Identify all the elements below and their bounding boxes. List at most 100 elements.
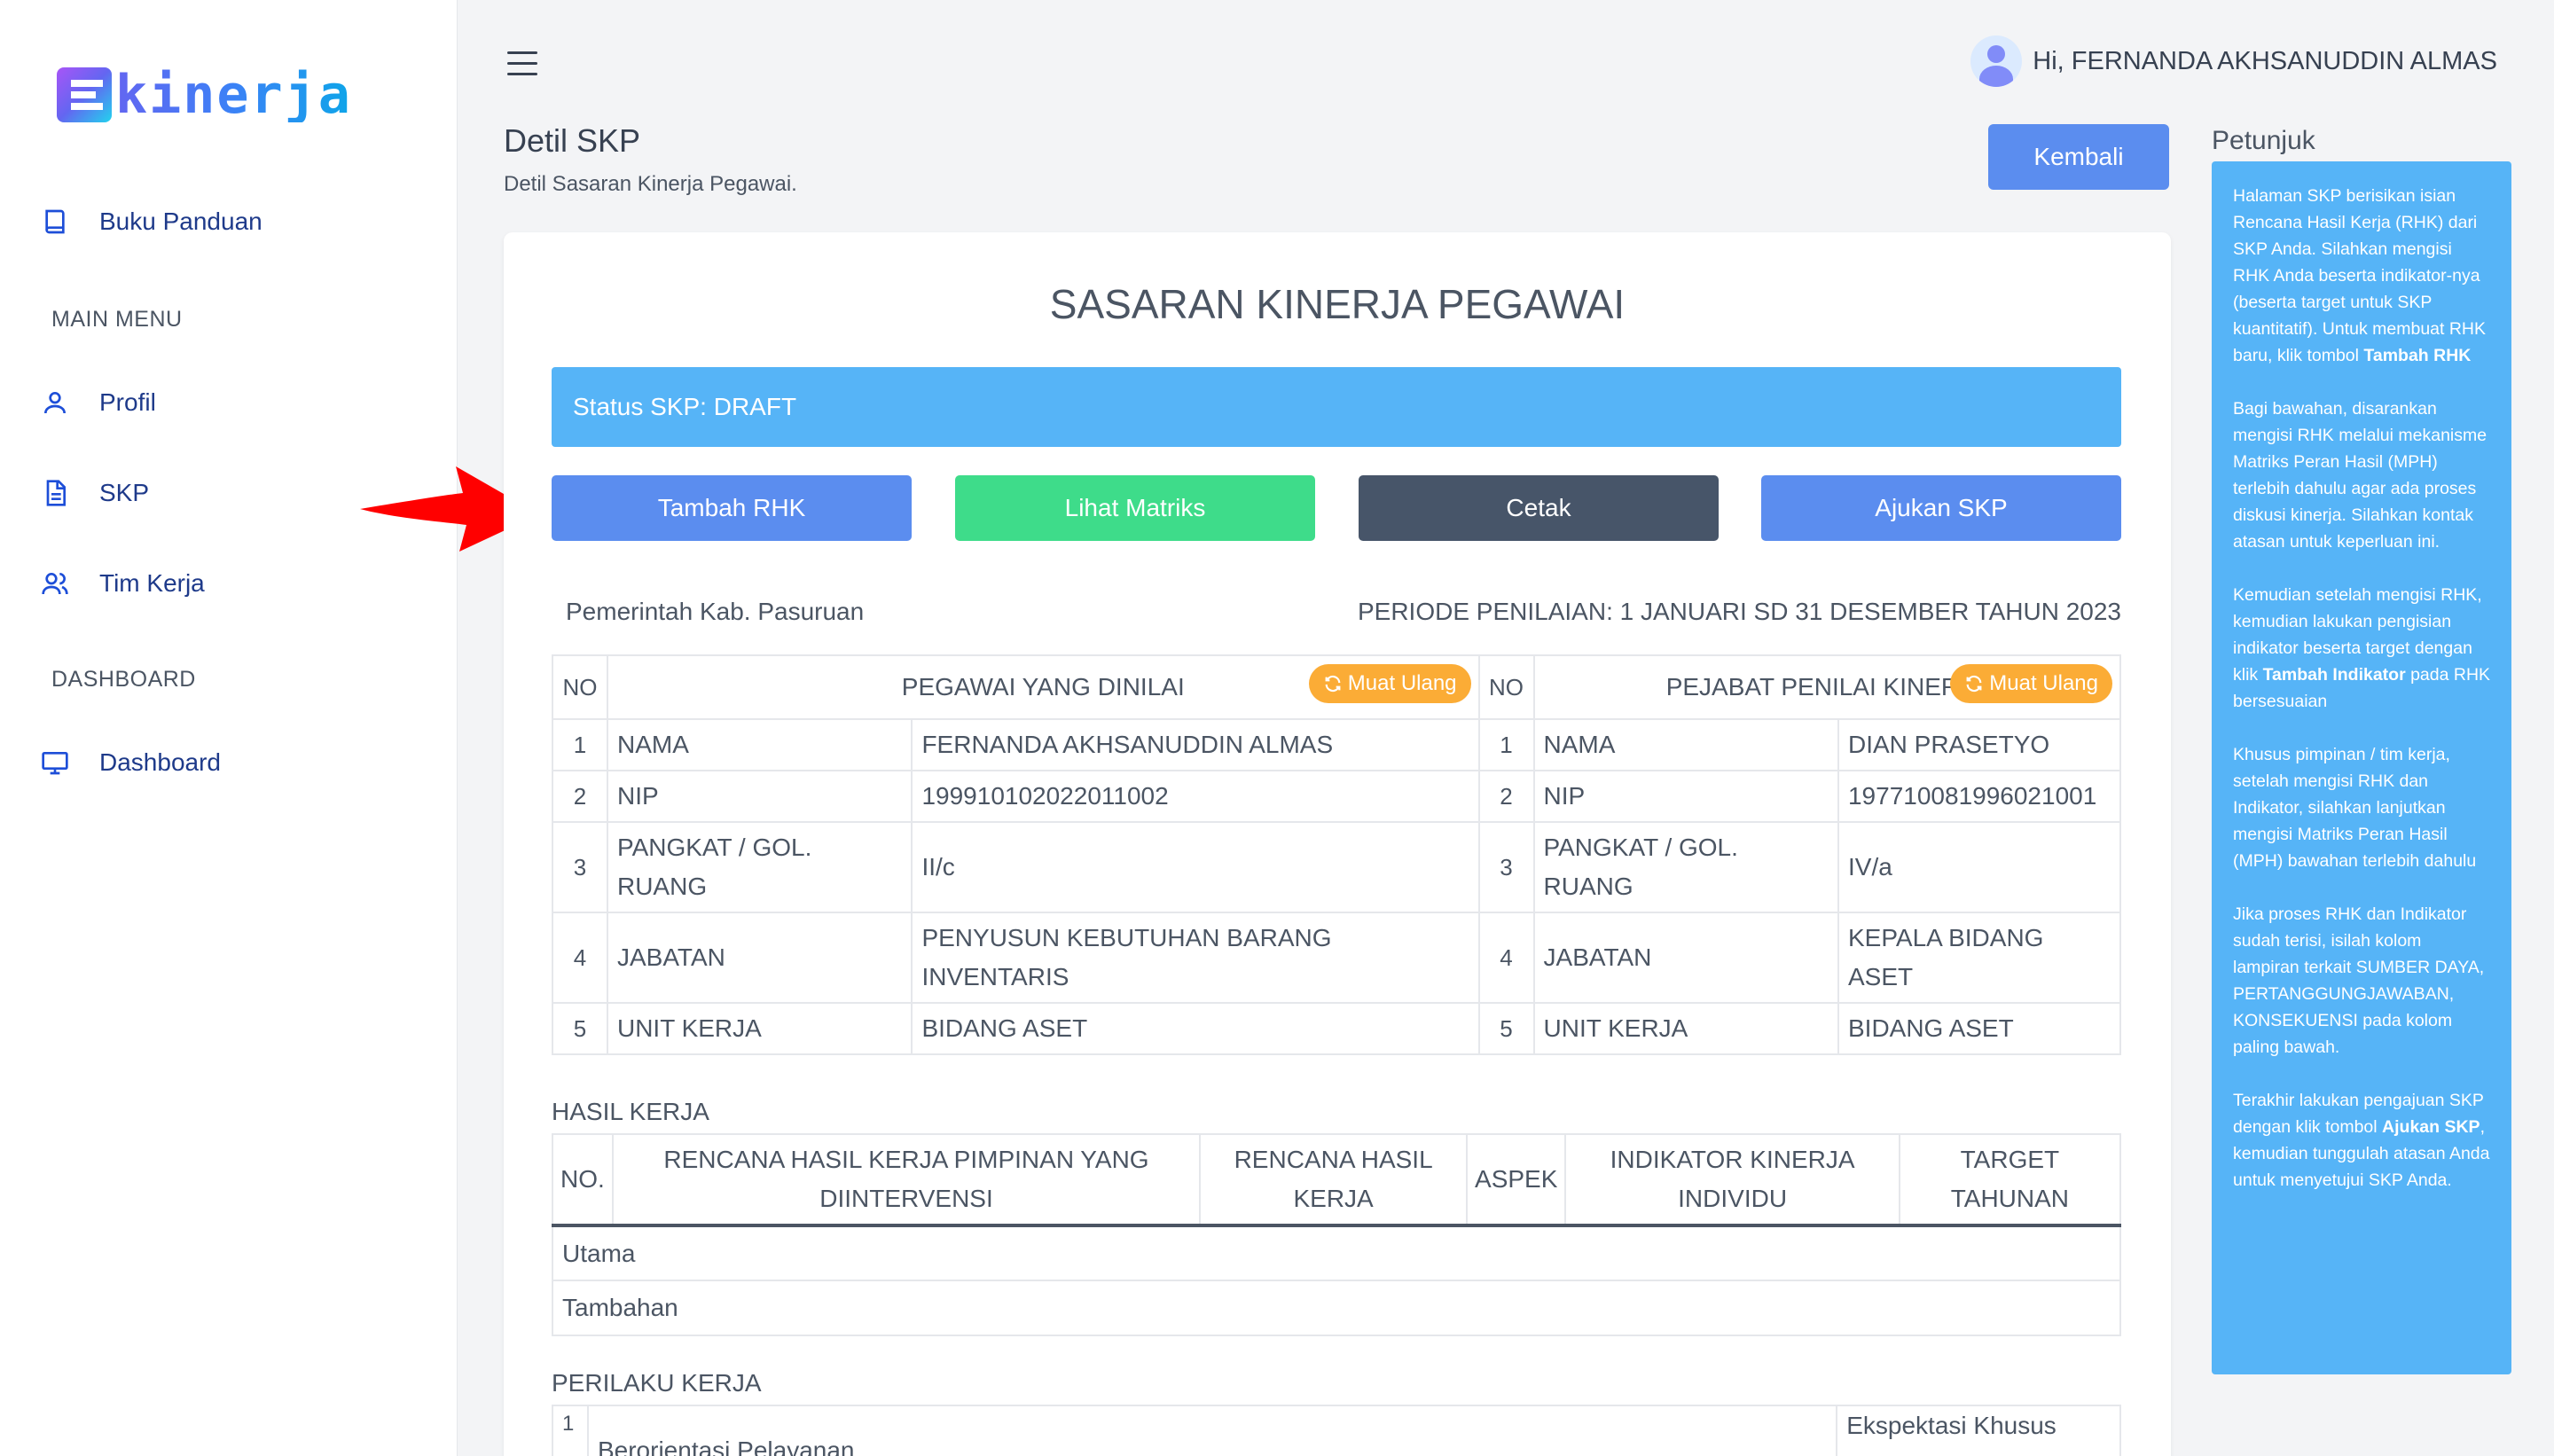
row-number: 1: [1477, 718, 1535, 771]
sidebar-item-label: Buku Panduan: [99, 207, 262, 235]
page-subtitle: Detil Sasaran Kinerja Pegawai.: [504, 172, 797, 196]
pegawai-value: FERNANDA AKHSANUDDIN ALMAS: [911, 718, 1480, 771]
row-number: 4: [552, 912, 608, 1004]
refresh-icon: [1325, 675, 1341, 693]
pegawai-value: BIDANG ASET: [911, 1002, 1480, 1055]
table-header-row: NO. RENCANA HASIL KERJA PIMPINAN YANG DI…: [552, 1133, 2122, 1227]
sidebar-item-dashboard[interactable]: Dashboard: [41, 748, 221, 777]
sidebar-item-profil[interactable]: Profil: [41, 388, 156, 417]
column-header: TARGET TAHUNAN: [1898, 1133, 2122, 1227]
column-header: RENCANA HASIL KERJA: [1199, 1133, 1469, 1227]
field-label: JABATAN: [1532, 912, 1839, 1004]
status-banner: Status SKP: DRAFT: [552, 367, 2121, 447]
pegawai-value: 199910102022011002: [911, 770, 1480, 823]
logo-text: kinerja: [115, 64, 352, 126]
petunjuk-emphasis: Tambah RHK: [2363, 346, 2472, 365]
row-number: 1: [552, 718, 608, 771]
petunjuk-emphasis: Ajukan SKP: [2382, 1117, 2480, 1137]
logo-e-mark: [57, 67, 112, 122]
column-header-pegawai: PEGAWAI YANG DINILAI Muat Ulang: [606, 654, 1480, 720]
table-row: Utama: [552, 1225, 2121, 1281]
sidebar: kinerja Buku Panduan MAIN MENU Profil SK…: [0, 0, 458, 1456]
column-header-label: PEGAWAI YANG DINILAI: [901, 673, 1185, 701]
petunjuk-paragraph: Jika proses RHK dan Indikator sudah teri…: [2233, 904, 2485, 1057]
petunjuk-paragraph: Khusus pimpinan / tim kerja, setelah men…: [2233, 745, 2477, 871]
instansi-label: Pemerintah Kab. Pasuruan: [566, 598, 865, 625]
field-label: PANGKAT / GOL. RUANG: [606, 821, 913, 913]
petunjuk-emphasis: Tambah Indikator: [2262, 665, 2406, 685]
sidebar-item-label: Dashboard: [99, 748, 221, 776]
row-number: 3: [1477, 821, 1535, 913]
ajukan-skp-button[interactable]: Ajukan SKP: [1761, 475, 2121, 541]
app-logo[interactable]: kinerja: [57, 67, 352, 122]
pegawai-value: PENYUSUN KEBUTUHAN BARANG INVENTARIS: [911, 912, 1480, 1004]
document-icon: [46, 480, 66, 506]
table-header-row: NO PEGAWAI YANG DINILAI Muat Ulang NO PE…: [552, 654, 2122, 720]
field-label: UNIT KERJA: [1532, 1002, 1839, 1055]
row-number: 4: [1477, 912, 1535, 1004]
field-label: NAMA: [1532, 718, 1839, 771]
row-number: 1: [552, 1405, 589, 1456]
sidebar-item-buku-panduan[interactable]: Buku Panduan: [41, 207, 262, 236]
page-title: Detil SKP: [504, 122, 641, 159]
column-header: RENCANA HASIL KERJA PIMPINAN YANG DIINTE…: [611, 1133, 1202, 1227]
petunjuk-paragraph: Terakhir lakukan pengajuan SKP dengan kl…: [2233, 1087, 2492, 1194]
book-icon: [45, 209, 65, 234]
field-label: NAMA: [606, 718, 913, 771]
sidebar-item-skp[interactable]: SKP: [41, 479, 149, 507]
table-row: 5 UNIT KERJA BIDANG ASET 5 UNIT KERJA BI…: [552, 1002, 2122, 1055]
field-label: UNIT KERJA: [606, 1002, 913, 1055]
lihat-matriks-button[interactable]: Lihat Matriks: [955, 475, 1315, 541]
muat-ulang-label: Muat Ulang: [1347, 671, 1457, 695]
column-header-no: NO: [1477, 654, 1535, 720]
column-header: ASPEK: [1466, 1133, 1567, 1227]
column-header-no: NO: [552, 654, 608, 720]
user-greeting: Hi, FERNANDA AKHSANUDDIN ALMAS: [2033, 46, 2497, 75]
avatar: [1970, 35, 2023, 87]
field-label: PANGKAT / GOL. RUANG: [1532, 821, 1839, 913]
menu-toggle-button[interactable]: [507, 51, 537, 76]
sidebar-section-main-menu: MAIN MENU: [51, 307, 183, 332]
row-number: 5: [552, 1002, 608, 1055]
perilaku-item: Berorientasi Pelayanan: [586, 1405, 1838, 1456]
perilaku-kerja-label: PERILAKU KERJA: [552, 1369, 762, 1397]
sidebar-item-label: Profil: [99, 388, 156, 416]
back-button[interactable]: Kembali: [1988, 124, 2169, 190]
muat-ulang-pegawai-button[interactable]: Muat Ulang: [1308, 664, 1471, 703]
sidebar-item-label: SKP: [99, 479, 150, 506]
sidebar-item-tim-kerja[interactable]: Tim Kerja: [41, 569, 205, 598]
monitor-icon: [42, 752, 68, 775]
petunjuk-paragraph: Bagi bawahan, disarankan mengisi RHK mel…: [2233, 399, 2487, 552]
petunjuk-panel: Halaman SKP berisikan isian Rencana Hasi…: [2212, 161, 2511, 1374]
petunjuk-text: Halaman SKP berisikan isian Rencana Hasi…: [2233, 186, 2487, 365]
table-row: Tambahan: [552, 1280, 2121, 1336]
cetak-button[interactable]: Cetak: [1359, 475, 1719, 541]
table-row: 4 JABATAN PENYUSUN KEBUTUHAN BARANG INVE…: [552, 912, 2122, 1004]
petunjuk-title: Petunjuk: [2212, 126, 2315, 155]
pejabat-value: DIAN PRASETYO: [1837, 718, 2122, 771]
petunjuk-paragraph: Halaman SKP berisikan isian Rencana Hasi…: [2233, 183, 2492, 369]
column-header-pejabat: PEJABAT PENILAI KINERJA Muat Ulang: [1532, 654, 2122, 720]
sidebar-section-dashboard: DASHBOARD: [51, 667, 196, 692]
users-icon: [42, 573, 68, 595]
pejabat-value: KEPALA BIDANG ASET: [1837, 912, 2122, 1004]
pejabat-value: 197710081996021001: [1837, 770, 2122, 823]
muat-ulang-pejabat-button[interactable]: Muat Ulang: [1950, 664, 2112, 703]
group-label-tambahan: Tambahan: [552, 1280, 2121, 1336]
row-number: 2: [552, 770, 608, 823]
user-menu[interactable]: Hi, FERNANDA AKHSANUDDIN ALMAS: [1970, 35, 2497, 87]
field-label: JABATAN: [606, 912, 913, 1004]
ekspektasi-label: Ekspektasi Khusus: [1836, 1405, 2121, 1456]
group-label-utama: Utama: [552, 1225, 2121, 1281]
pejabat-value: BIDANG ASET: [1837, 1002, 2122, 1055]
tambah-rhk-button[interactable]: Tambah RHK: [552, 475, 912, 541]
field-label: NIP: [1532, 770, 1839, 823]
petunjuk-paragraph: Kemudian setelah mengisi RHK, kemudian l…: [2233, 582, 2492, 715]
field-label: NIP: [606, 770, 913, 823]
perilaku-kerja-table: 1 Berorientasi Pelayanan Ekspektasi Khus…: [552, 1405, 2121, 1456]
row-number: 5: [1477, 1002, 1535, 1055]
column-header: INDIKATOR KINERJA INDIVIDU: [1564, 1133, 1900, 1227]
user-icon: [44, 392, 66, 414]
column-header-label: PEJABAT PENILAI KINERJA: [1665, 673, 1988, 701]
refresh-icon: [1966, 675, 1982, 693]
